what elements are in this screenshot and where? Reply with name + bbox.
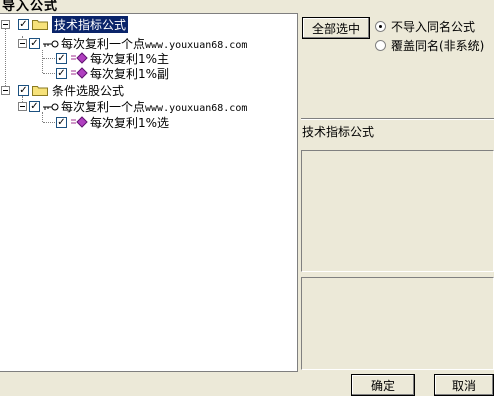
checkbox[interactable]: ✓ — [29, 100, 40, 112]
checkbox[interactable]: ✓ — [56, 67, 67, 79]
radio-label: 不导入同名公式 — [391, 20, 476, 34]
select-all-button[interactable]: 全部选中 — [302, 17, 370, 39]
tree-leaf-label: 每次复利1%选 — [90, 115, 170, 130]
tree-node-author-2[interactable]: ✓ 每次复利一个点www.youxuan68.com — [18, 98, 247, 114]
tree-node-label: 每次复利一个点www.youxuan68.com — [61, 99, 248, 114]
radio-label: 覆盖同名(非系统) — [391, 39, 485, 53]
radio-overwrite[interactable]: 覆盖同名(非系统) — [375, 37, 484, 54]
tree-line — [43, 122, 57, 124]
tree-line — [43, 73, 57, 75]
tree-line — [43, 58, 57, 60]
key-icon — [43, 38, 59, 48]
tree-leaf-select[interactable]: ✓ 每次复利1%选 — [56, 114, 169, 130]
formula-type-label: 技术指标公式 — [302, 125, 375, 139]
detail-panel — [301, 277, 494, 370]
tree-node-label: 技术指标公式 — [52, 15, 129, 33]
checkbox[interactable]: ✓ — [29, 37, 40, 49]
collapse-toggle[interactable] — [18, 101, 27, 111]
formula-tree[interactable]: ✓ 技术指标公式 ✓ 每次复利一个点www.youxuan68.com ✓ 每次… — [0, 13, 298, 372]
cancel-button[interactable]: 取消 — [434, 374, 494, 396]
collapse-toggle[interactable] — [1, 19, 10, 29]
checkbox[interactable]: ✓ — [56, 116, 67, 128]
divider — [301, 118, 494, 120]
tree-leaf-label: 每次复利1%副 — [90, 66, 170, 81]
description-panel — [301, 150, 494, 272]
checkbox[interactable]: ✓ — [56, 52, 67, 64]
radio-button[interactable] — [375, 40, 386, 51]
collapse-toggle[interactable] — [18, 38, 27, 48]
tree-line — [42, 50, 44, 73]
tree-node-label: 条件选股公式 — [52, 83, 125, 98]
window-title: 导入公式 — [2, 0, 59, 14]
key-icon — [43, 101, 59, 111]
folder-icon — [32, 84, 48, 96]
checkbox[interactable]: ✓ — [18, 84, 29, 96]
formula-icon — [70, 52, 88, 64]
checkbox[interactable]: ✓ — [18, 18, 29, 30]
formula-icon — [70, 67, 88, 79]
tree-node-stock-select[interactable]: ✓ 条件选股公式 — [1, 82, 124, 98]
folder-icon — [32, 18, 48, 30]
ok-button[interactable]: 确定 — [351, 374, 415, 396]
tree-leaf-sub[interactable]: ✓ 每次复利1%副 — [56, 65, 169, 81]
title-bar: 导入公式 — [0, 0, 494, 14]
collapse-toggle[interactable] — [1, 85, 10, 95]
tree-node-technical[interactable]: ✓ 技术指标公式 — [1, 15, 129, 33]
formula-icon — [70, 116, 88, 128]
radio-button[interactable] — [375, 21, 386, 32]
radio-skip-duplicates[interactable]: 不导入同名公式 — [375, 18, 475, 35]
